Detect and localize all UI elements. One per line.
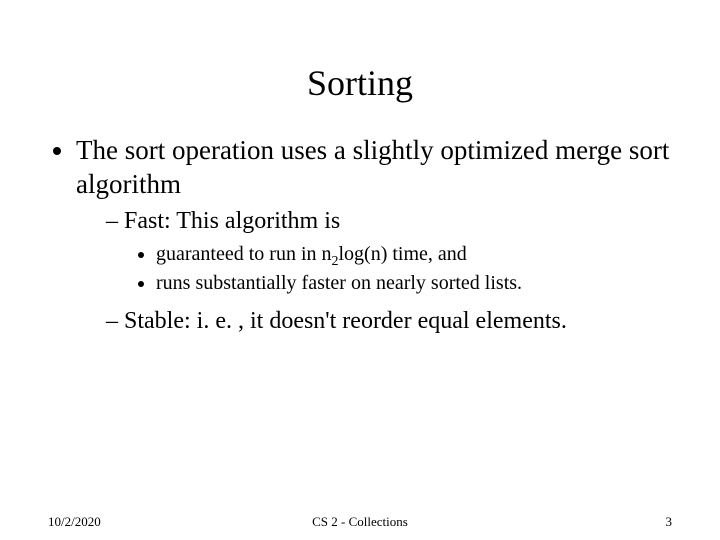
bullet-text: runs substantially faster on nearly sort…	[156, 272, 522, 294]
list-item: runs substantially faster on nearly sort…	[156, 271, 672, 296]
footer-center: CS 2 - Collections	[0, 514, 720, 530]
bullet-text: The sort operation uses a slightly optim…	[76, 135, 669, 199]
footer-page-number: 3	[666, 514, 673, 530]
bullet-text-pre: guaranteed to run in n	[156, 243, 332, 265]
list-item: The sort operation uses a slightly optim…	[76, 134, 672, 336]
slide-body: The sort operation uses a slightly optim…	[0, 134, 720, 336]
bullet-list-level3: guaranteed to run in n2log(n) time, and …	[106, 242, 672, 296]
bullet-text: Fast: This algorithm is	[124, 208, 340, 234]
slide-title: Sorting	[0, 0, 720, 134]
list-item: Stable: i. e. , it doesn't reorder equal…	[106, 306, 672, 336]
bullet-text: Stable: i. e. , it doesn't reorder equal…	[124, 308, 567, 334]
list-item: Fast: This algorithm is guaranteed to ru…	[106, 206, 672, 296]
slide: Sorting The sort operation uses a slight…	[0, 0, 720, 540]
bullet-text-post: log(n) time, and	[339, 243, 467, 265]
bullet-list-level1: The sort operation uses a slightly optim…	[48, 134, 672, 336]
subscript: 2	[332, 254, 339, 269]
bullet-list-level2: Fast: This algorithm is guaranteed to ru…	[76, 206, 672, 336]
list-item: guaranteed to run in n2log(n) time, and	[156, 242, 672, 267]
